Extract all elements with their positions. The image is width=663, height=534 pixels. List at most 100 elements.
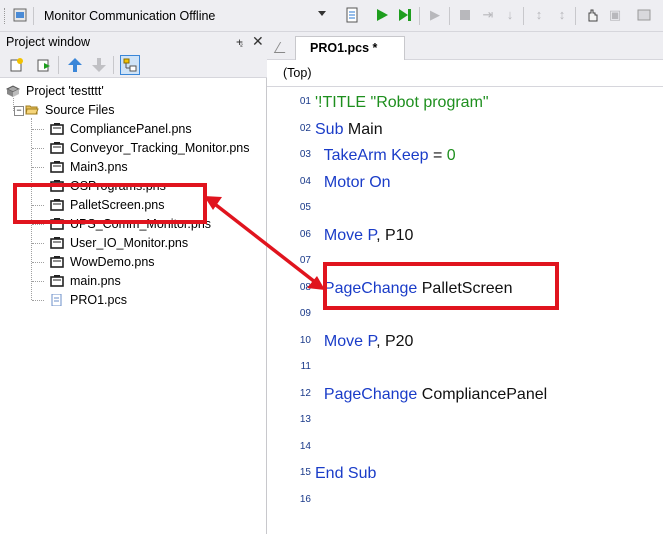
hand-icon[interactable] <box>584 7 600 23</box>
line-number: 10 <box>299 334 311 346</box>
collapse-toggle-icon[interactable]: − <box>14 106 24 116</box>
line-number: 06 <box>299 228 311 240</box>
line-number: 01 <box>299 96 311 107</box>
toolbar-grip[interactable] <box>4 8 8 24</box>
step-out-icon[interactable]: ↕ <box>531 7 547 23</box>
connection-mode-value: Monitor Communication Offline <box>44 9 216 23</box>
tree-connector <box>32 129 44 130</box>
tree-connector <box>32 243 44 244</box>
line-number: 02 <box>299 122 311 134</box>
tree-connector <box>32 300 44 301</box>
toolbar-separator <box>58 56 59 74</box>
panel-file-icon <box>50 275 64 287</box>
project-window-header: Project window ⨧ ✕ <box>0 32 267 52</box>
properties-icon[interactable] <box>120 55 140 75</box>
source-file-icon <box>51 294 62 306</box>
move-down-icon[interactable] <box>91 57 107 73</box>
tree-file-label: Main3.pns <box>70 160 128 174</box>
move-up-icon[interactable] <box>67 57 83 73</box>
step-over-icon[interactable]: ↓ <box>502 7 518 23</box>
scope-selector[interactable]: (Top) <box>267 60 663 87</box>
panel-file-icon <box>50 237 64 249</box>
code-editor[interactable]: '!TITLE "Robot program" Sub Main TakeArm … <box>313 87 663 534</box>
tree-file-label: PRO1.pcs <box>70 293 127 307</box>
project-tree: Project 'testttt' − Source Files Complia… <box>0 78 267 534</box>
code-token: Move P <box>315 226 377 244</box>
code-token: '!TITLE "Robot program" <box>315 94 489 111</box>
highlight-box-palletscreen-file <box>13 183 207 224</box>
close-icon[interactable]: ✕ <box>252 33 264 50</box>
tree-file-label: User_IO_Monitor.pns <box>70 236 189 250</box>
breakpoint-icon[interactable]: ↕ <box>554 7 570 23</box>
folder-open-icon <box>25 105 39 115</box>
panel-file-icon <box>50 142 64 154</box>
project-window-title: Project window <box>6 35 91 49</box>
run-icon[interactable] <box>374 7 390 23</box>
code-token: TakeArm Keep <box>315 147 429 164</box>
tree-connector <box>32 167 44 168</box>
stop-icon[interactable] <box>457 7 473 23</box>
code-token: End Sub <box>315 465 377 482</box>
tree-file-label: WowDemo.pns <box>70 255 155 269</box>
code-token: , P20 <box>376 332 414 350</box>
line-number: 12 <box>299 387 311 399</box>
code-line[interactable]: Sub Main <box>315 120 383 140</box>
line-number: 16 <box>299 493 311 505</box>
panel-file-icon <box>50 256 64 268</box>
line-number: 14 <box>299 440 311 452</box>
cursor-icon[interactable]: ▶ <box>427 7 443 23</box>
code-line[interactable]: End Sub <box>315 464 376 484</box>
chevron-down-icon <box>318 11 326 16</box>
code-line[interactable]: Move P, P20 <box>315 332 414 352</box>
toolbar-separator <box>523 7 524 25</box>
tree-connector <box>32 281 44 282</box>
line-number: 03 <box>299 149 311 160</box>
code-line[interactable]: Move P, P10 <box>315 226 414 246</box>
project-icon <box>6 85 20 97</box>
line-number: 13 <box>299 414 311 425</box>
project-icon[interactable] <box>12 7 28 23</box>
connection-mode-select[interactable]: Monitor Communication Offline <box>40 6 330 26</box>
tree-connector <box>32 148 44 149</box>
toolbar-separator <box>113 56 114 74</box>
new-file-icon[interactable] <box>8 57 24 73</box>
toolbar-separator <box>575 7 576 25</box>
scope-selector-value: (Top) <box>283 66 312 80</box>
code-line[interactable]: Motor On <box>315 173 391 193</box>
tree-file-label: main.pns <box>70 274 121 288</box>
toolbar-separator <box>419 7 420 25</box>
line-number: 11 <box>300 361 311 372</box>
clear-icon[interactable]: ▣ <box>607 7 623 23</box>
code-token: PageChange <box>315 385 418 403</box>
code-token: Move P <box>315 332 377 350</box>
code-line[interactable]: '!TITLE "Robot program" <box>315 93 489 113</box>
code-line[interactable]: PageChange CompliancePanel <box>315 385 547 405</box>
document-icon[interactable] <box>344 7 360 23</box>
tree-file-label: CompliancePanel.pns <box>70 122 192 136</box>
line-number-gutter: 01 02 03 04 05 06 07 08 09 10 11 12 13 14 15 16 <box>267 87 313 534</box>
line-number: 04 <box>299 175 311 187</box>
line-number: 15 <box>299 467 311 478</box>
panel-file-icon <box>50 161 64 173</box>
highlight-box-pagechange-line <box>323 262 559 310</box>
import-icon[interactable] <box>36 57 52 73</box>
line-number: 08 <box>299 281 311 293</box>
project-window-toolbar <box>0 52 267 78</box>
pin-icon[interactable]: ⨧ <box>236 34 243 49</box>
step-run-icon[interactable] <box>397 7 413 23</box>
code-line[interactable]: TakeArm Keep = 0 <box>315 146 456 166</box>
line-number: 09 <box>299 308 311 319</box>
toolbar-separator <box>33 7 34 25</box>
code-token: CompliancePanel <box>417 385 548 403</box>
step-into-icon[interactable]: ⇥ <box>480 7 496 23</box>
code-token: , P10 <box>376 226 414 244</box>
tree-root-label: Project 'testttt' <box>26 84 104 98</box>
tree-connector <box>32 262 44 263</box>
line-number: 05 <box>299 202 311 213</box>
tab-pro1[interactable]: PRO1.pcs * <box>295 36 405 60</box>
code-token: Main <box>343 120 383 138</box>
main-toolbar: Monitor Communication Offline ▶ ⇥ ↓ ↕ ↕ … <box>0 0 663 32</box>
toolbar-more-icon[interactable] <box>636 7 652 23</box>
toolbar-separator <box>449 7 450 25</box>
tree-connector <box>32 224 44 225</box>
